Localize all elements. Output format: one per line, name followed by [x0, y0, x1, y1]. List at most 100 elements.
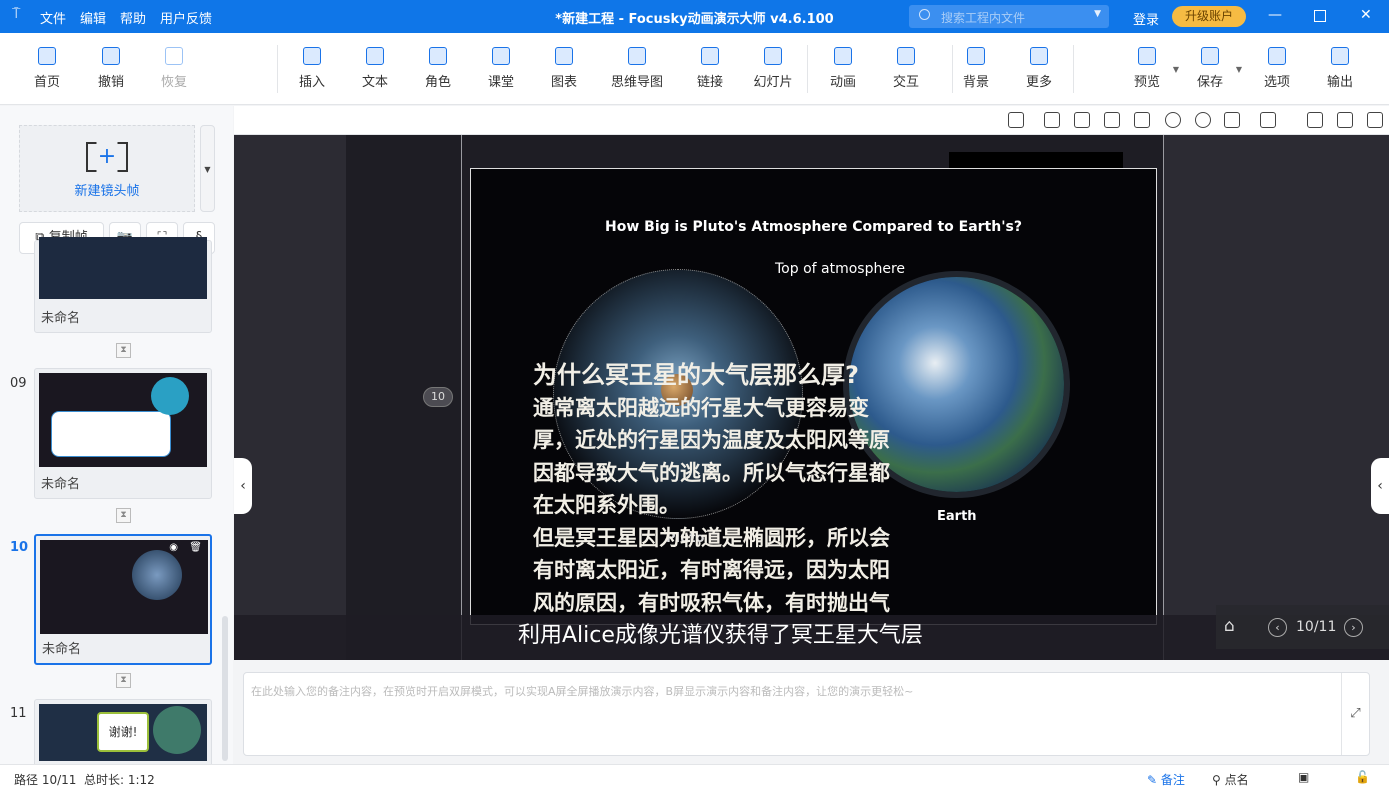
slide-text[interactable]: 为什么冥王星的大气层那么厚? 通常离太阳越远的行星大气更容易变 厚，近处的行星因为…: [533, 359, 933, 624]
toolbar-plus-circle-button[interactable]: 插入: [282, 47, 342, 90]
notes-button[interactable]: ✎ 备注: [1147, 771, 1185, 788]
upgrade-button[interactable]: 升级账户: [1172, 6, 1246, 27]
maximize-icon[interactable]: [1314, 10, 1326, 22]
frame-counter: 10/11: [1296, 619, 1337, 635]
next-frame-button[interactable]: ›: [1344, 618, 1363, 637]
slide-number: 11: [10, 706, 27, 721]
prev-frame-button[interactable]: ‹: [1268, 618, 1287, 637]
save-icon: [1201, 47, 1219, 65]
toolbar-divider: [807, 45, 808, 93]
toolbar-export-button[interactable]: 输出: [1310, 47, 1370, 90]
transition-icon[interactable]: ⧗: [116, 673, 131, 688]
slide-thumb[interactable]: 谢谢!: [34, 699, 212, 764]
toolbar-play-button[interactable]: 预览 ▼: [1117, 47, 1179, 90]
notes-placeholder: 在此处输入您的备注内容，在预览时开启双屏模式，可以实现A屏全屏播放演示内容，B屏…: [251, 685, 914, 698]
slide-content[interactable]: How Big is Pluto's Atmosphere Compared t…: [470, 168, 1157, 625]
canvas[interactable]: How Big is Pluto's Atmosphere Compared t…: [234, 135, 1389, 660]
timer-icon[interactable]: [1337, 112, 1353, 128]
minimize-icon[interactable]: —: [1268, 7, 1282, 23]
toolbar-label: 课堂: [487, 75, 514, 90]
rotate-left-icon[interactable]: [1044, 112, 1060, 128]
slide-number: 09: [10, 376, 27, 391]
zoom-in-icon[interactable]: [1165, 112, 1181, 128]
toolbar-text-button[interactable]: 文本: [345, 47, 405, 90]
toolbar-settings-button[interactable]: 选项: [1247, 47, 1307, 90]
rollcall-button[interactable]: ⚲ 点名: [1212, 771, 1249, 788]
frame-number-tag[interactable]: 10: [423, 387, 453, 407]
toolbar-character-button[interactable]: 角色: [408, 47, 468, 90]
panel-scrollbar[interactable]: [222, 616, 228, 761]
earth-label: Earth: [937, 509, 977, 524]
rollcall-label: 点名: [1224, 773, 1249, 787]
toolbar-label: 更多: [1025, 75, 1052, 90]
toolbar-divider: [1073, 45, 1074, 93]
toolbar-home-button[interactable]: 首页: [17, 47, 77, 90]
screenshot-icon[interactable]: [1307, 112, 1323, 128]
lock-icon[interactable]: 🔓: [1355, 770, 1370, 784]
rotate-right-icon[interactable]: [1074, 112, 1090, 128]
notes-input[interactable]: 在此处输入您的备注内容，在预览时开启双屏模式，可以实现A屏全屏播放演示内容，B屏…: [243, 672, 1370, 756]
toolbar-mindmap-button[interactable]: 思维导图: [607, 47, 667, 90]
toolbar-hand-button[interactable]: 交互: [876, 47, 936, 90]
slide-name: 未命名: [41, 477, 81, 492]
toolbar-label: 动画: [829, 75, 856, 90]
menu-feedback[interactable]: 用户反馈: [160, 8, 212, 27]
paste-icon[interactable]: [1134, 112, 1150, 128]
slide-number: 10: [10, 540, 29, 555]
copy-icon[interactable]: [1104, 112, 1120, 128]
align-icon[interactable]: [1224, 112, 1240, 128]
character-icon: [429, 47, 447, 65]
undo-icon: [102, 47, 120, 65]
status-bar: 路径 10/11 总时长: 1:12 ✎ 备注 ⚲ 点名 ▣ 🔓: [0, 764, 1389, 790]
toolbar-undo-button[interactable]: 撤销: [81, 47, 141, 90]
collapse-right-button[interactable]: ‹: [1371, 458, 1389, 514]
toolbar-divider: [277, 45, 278, 93]
chevron-down-icon[interactable]: ▼: [1173, 65, 1179, 74]
menu-edit[interactable]: 编辑: [80, 8, 106, 27]
slide-thumbnail: [39, 373, 207, 467]
zoom-out-icon[interactable]: [1195, 112, 1211, 128]
slide-thumb[interactable]: 未命名: [34, 237, 212, 333]
toolbar-chart-button[interactable]: 图表: [534, 47, 594, 90]
lock-icon[interactable]: [1260, 112, 1276, 128]
expand-icon[interactable]: ⤢: [1341, 673, 1369, 755]
close-icon[interactable]: ✕: [1360, 7, 1372, 23]
frame-navigator: ⌂ ‹ 10/11 ›: [1216, 605, 1389, 649]
star-icon: [834, 47, 852, 65]
toolbar-slide-button[interactable]: 幻灯片: [743, 47, 803, 90]
toolbar-redo-button[interactable]: 恢复: [144, 47, 204, 90]
login-button[interactable]: 登录: [1133, 9, 1159, 28]
toolbar-divider: [952, 45, 953, 93]
slide-thumb-active[interactable]: ◉ 🗑 未命名: [34, 534, 212, 665]
toolbar-label: 思维导图: [610, 75, 663, 90]
export-icon: [1331, 47, 1349, 65]
home-icon[interactable]: ⌂: [1224, 616, 1235, 636]
transition-icon[interactable]: ⧗: [116, 508, 131, 523]
play-icon[interactable]: ▣: [1298, 770, 1309, 784]
toolbar-save-button[interactable]: 保存 ▼: [1180, 47, 1242, 90]
settings-icon: [1268, 47, 1286, 65]
edit-icon[interactable]: [1367, 112, 1383, 128]
toolbar-more-button[interactable]: 更多: [1009, 47, 1069, 90]
slide-thumb[interactable]: 未命名: [34, 368, 212, 499]
menu-file[interactable]: 文件: [40, 8, 66, 27]
home-icon[interactable]: [1008, 112, 1024, 128]
toolbar-star-button[interactable]: 动画: [813, 47, 873, 90]
preview-icon[interactable]: ◉: [169, 542, 178, 553]
toolbar-link-button[interactable]: 链接: [680, 47, 740, 90]
chevron-down-icon[interactable]: ▼: [1094, 9, 1101, 19]
collapse-left-button[interactable]: ‹: [234, 458, 252, 514]
chevron-down-icon[interactable]: ▼: [1236, 65, 1242, 74]
new-frame-dropdown[interactable]: ▼: [200, 125, 215, 212]
slide-text-line: 因都导致大气的逃离。所以气态行星都: [533, 460, 890, 485]
toolbar-label: 预览: [1133, 75, 1160, 90]
atmosphere-label: Top of atmosphere: [775, 261, 906, 277]
transition-icon[interactable]: ⧗: [116, 343, 131, 358]
delete-icon[interactable]: 🗑: [189, 542, 202, 553]
new-frame-button[interactable]: + 新建镜头帧: [19, 125, 195, 212]
menu-help[interactable]: 帮助: [120, 8, 146, 27]
search-input[interactable]: 搜索工程内文件 ▼: [909, 5, 1109, 28]
toolbar-classroom-button[interactable]: 课堂: [471, 47, 531, 90]
home-icon: [38, 47, 56, 65]
toolbar-background-button[interactable]: 背景: [946, 47, 1006, 90]
